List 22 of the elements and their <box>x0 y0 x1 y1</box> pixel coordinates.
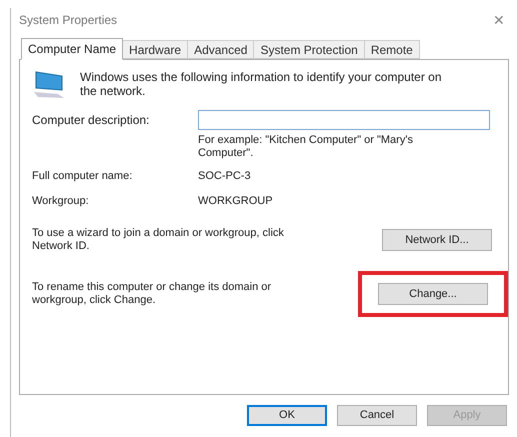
dialog-button[interactable]: Cancel <box>337 405 417 426</box>
field-value: WORKGROUP <box>198 194 273 208</box>
field-value: SOC-PC-3 <box>198 169 251 184</box>
action-button[interactable]: Change... <box>378 283 488 305</box>
tab[interactable]: System Protection <box>254 40 365 59</box>
instruction-text: To use a wizard to join a domain or workgroup, click Network ID. <box>32 227 285 253</box>
computer-icon <box>32 70 66 100</box>
instruction-text: To rename this computer or change its domain or workgroup, click Change. <box>32 281 272 307</box>
field-label: Computer description: <box>32 112 150 129</box>
window-title: System Properties <box>19 12 118 29</box>
action-button[interactable]: Network ID... <box>382 229 492 251</box>
field-label: Full computer name: <box>32 169 134 184</box>
dialog-button[interactable]: OK <box>247 405 327 426</box>
field-label: Workgroup: <box>32 194 90 208</box>
hint-text: For example: "Kitchen Computer" or "Mary's Computer". <box>198 134 414 160</box>
tab[interactable]: Remote <box>364 40 420 59</box>
tab[interactable]: Computer Name <box>21 38 124 60</box>
intro-text: Windows uses the following information to identify your computer on the network. <box>80 70 443 100</box>
description-field[interactable] <box>198 110 490 130</box>
tab[interactable]: Hardware <box>123 40 188 59</box>
close-button[interactable]: ✕ <box>485 10 513 30</box>
tab[interactable]: Advanced <box>188 40 254 59</box>
